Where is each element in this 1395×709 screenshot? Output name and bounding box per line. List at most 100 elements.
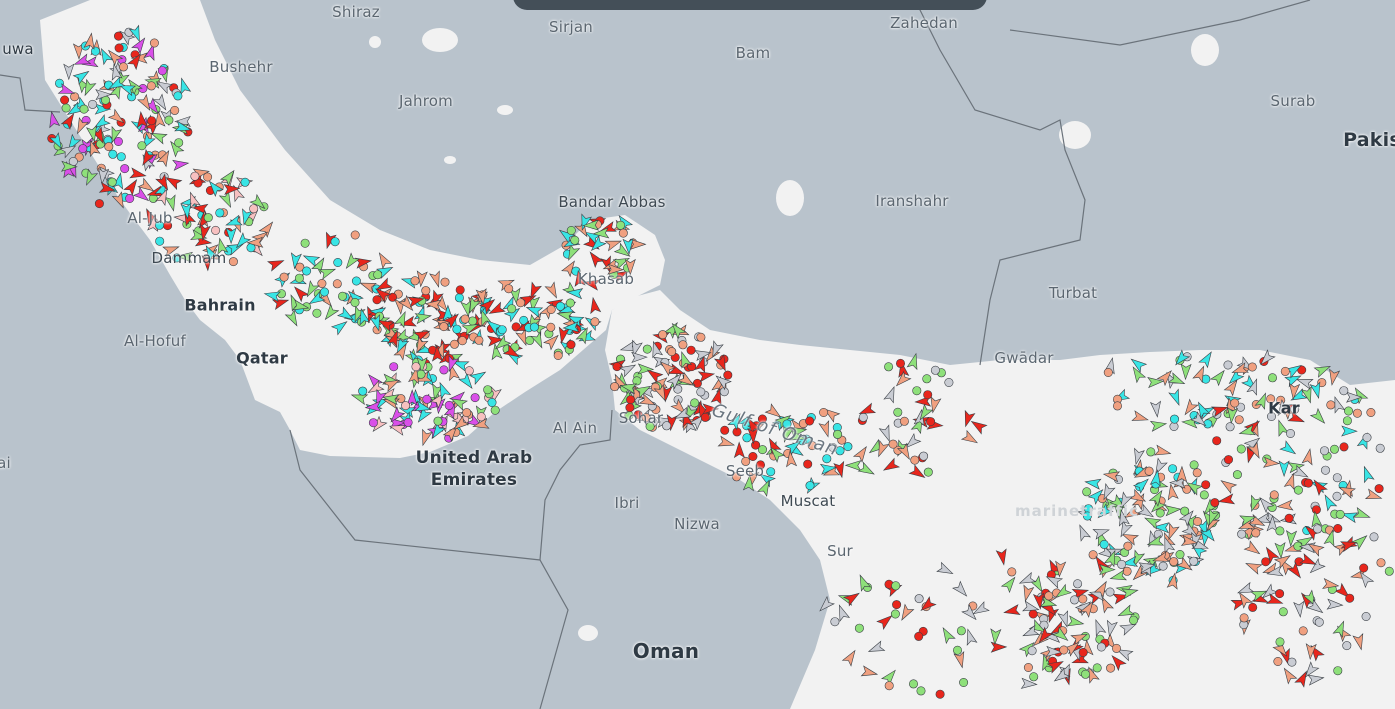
vessel-underway-marker[interactable] bbox=[833, 460, 847, 479]
vessel-anchored-marker[interactable] bbox=[1044, 591, 1054, 601]
vessel-anchored-marker[interactable] bbox=[170, 105, 180, 115]
vessel-anchored-marker[interactable] bbox=[1192, 468, 1202, 478]
vessel-anchored-marker[interactable] bbox=[1251, 528, 1261, 538]
vessel-underway-marker[interactable] bbox=[219, 168, 238, 187]
vessel-anchored-marker[interactable] bbox=[96, 139, 106, 149]
vessel-anchored-marker[interactable] bbox=[854, 623, 864, 633]
vessel-underway-marker[interactable] bbox=[1310, 477, 1328, 497]
vessel-anchored-marker[interactable] bbox=[174, 138, 184, 148]
vessel-anchored-marker[interactable] bbox=[1212, 436, 1222, 446]
vessel-anchored-marker[interactable] bbox=[137, 141, 147, 151]
vessel-anchored-marker[interactable] bbox=[1335, 509, 1345, 519]
vessel-anchored-marker[interactable] bbox=[1333, 666, 1343, 676]
vessel-anchored-marker[interactable] bbox=[107, 177, 117, 187]
map-canvas[interactable]: marinetraffic Shiraz Sirjan Zahedan uwa … bbox=[0, 0, 1395, 709]
vessel-anchored-marker[interactable] bbox=[401, 401, 411, 411]
vessel-anchored-marker[interactable] bbox=[457, 336, 467, 346]
vessel-anchored-marker[interactable] bbox=[332, 279, 342, 289]
vessel-anchored-marker[interactable] bbox=[1326, 400, 1336, 410]
vessel-anchored-marker[interactable] bbox=[610, 382, 620, 392]
vessel-anchored-marker[interactable] bbox=[1193, 516, 1203, 526]
vessel-underway-marker[interactable] bbox=[1000, 574, 1019, 594]
vessel-anchored-marker[interactable] bbox=[959, 677, 969, 687]
vessel-underway-marker[interactable] bbox=[1132, 476, 1152, 494]
vessel-underway-marker[interactable] bbox=[1149, 400, 1163, 418]
vessel-anchored-marker[interactable] bbox=[368, 418, 378, 428]
vessel-anchored-marker[interactable] bbox=[935, 689, 945, 699]
vessel-anchored-marker[interactable] bbox=[516, 298, 526, 308]
vessel-anchored-marker[interactable] bbox=[612, 362, 622, 372]
vessel-underway-marker[interactable] bbox=[1003, 604, 1021, 618]
vessel-anchored-marker[interactable] bbox=[116, 152, 126, 162]
vessel-anchored-marker[interactable] bbox=[908, 679, 918, 689]
vessel-anchored-marker[interactable] bbox=[1278, 607, 1288, 617]
vessel-underway-marker[interactable] bbox=[1091, 618, 1107, 637]
vessel-underway-marker[interactable] bbox=[697, 369, 716, 383]
vessel-anchored-marker[interactable] bbox=[926, 417, 936, 427]
vessel-anchored-marker[interactable] bbox=[570, 235, 580, 245]
vessel-anchored-marker[interactable] bbox=[149, 38, 159, 48]
vessel-anchored-marker[interactable] bbox=[1280, 366, 1290, 376]
vessel-anchored-marker[interactable] bbox=[1275, 526, 1285, 536]
vessel-underway-marker[interactable] bbox=[1236, 581, 1255, 598]
vessel-anchored-marker[interactable] bbox=[1028, 609, 1038, 619]
vessel-underway-marker[interactable] bbox=[1018, 571, 1037, 588]
vessel-anchored-marker[interactable] bbox=[147, 116, 157, 126]
vessel-anchored-marker[interactable] bbox=[507, 304, 517, 314]
vessel-anchored-marker[interactable] bbox=[1103, 367, 1113, 377]
vessel-anchored-marker[interactable] bbox=[1082, 487, 1092, 497]
vessel-anchored-marker[interactable] bbox=[1342, 416, 1352, 426]
vessel-anchored-marker[interactable] bbox=[830, 617, 840, 627]
vessel-underway-marker[interactable] bbox=[1278, 460, 1290, 478]
vessel-anchored-marker[interactable] bbox=[1158, 561, 1168, 571]
vessel-anchored-marker[interactable] bbox=[555, 301, 565, 311]
vessel-layer[interactable] bbox=[0, 0, 1395, 709]
vessel-underway-marker[interactable] bbox=[1131, 410, 1149, 425]
vessel-anchored-marker[interactable] bbox=[1269, 490, 1279, 500]
vessel-anchored-marker[interactable] bbox=[916, 686, 926, 696]
vessel-underway-marker[interactable] bbox=[586, 249, 605, 268]
vessel-anchored-marker[interactable] bbox=[1384, 566, 1394, 576]
vessel-anchored-marker[interactable] bbox=[1333, 523, 1343, 533]
vessel-anchored-marker[interactable] bbox=[566, 226, 576, 236]
vessel-underway-marker[interactable] bbox=[939, 625, 956, 645]
vessel-anchored-marker[interactable] bbox=[930, 365, 940, 375]
vessel-anchored-marker[interactable] bbox=[1168, 464, 1178, 474]
vessel-anchored-marker[interactable] bbox=[1237, 529, 1247, 539]
vessel-anchored-marker[interactable] bbox=[462, 408, 472, 418]
vessel-anchored-marker[interactable] bbox=[923, 390, 933, 400]
vessel-underway-marker[interactable] bbox=[1276, 499, 1294, 512]
vessel-anchored-marker[interactable] bbox=[1275, 637, 1285, 647]
vessel-underway-marker[interactable] bbox=[961, 409, 976, 428]
vessel-underway-marker[interactable] bbox=[857, 461, 876, 478]
vessel-anchored-marker[interactable] bbox=[546, 322, 556, 332]
vessel-underway-marker[interactable] bbox=[1301, 448, 1315, 466]
vessel-underway-marker[interactable] bbox=[588, 296, 602, 315]
vessel-anchored-marker[interactable] bbox=[483, 385, 493, 395]
vessel-anchored-marker[interactable] bbox=[468, 316, 478, 326]
vessel-anchored-marker[interactable] bbox=[1112, 643, 1122, 653]
vessel-anchored-marker[interactable] bbox=[470, 393, 480, 403]
vessel-anchored-marker[interactable] bbox=[1225, 422, 1235, 432]
vessel-underway-marker[interactable] bbox=[995, 548, 1008, 566]
vessel-underway-marker[interactable] bbox=[1310, 510, 1323, 528]
vessel-anchored-marker[interactable] bbox=[1088, 550, 1098, 560]
vessel-underway-marker[interactable] bbox=[1307, 673, 1325, 686]
vessel-anchored-marker[interactable] bbox=[742, 433, 752, 443]
vessel-anchored-marker[interactable] bbox=[766, 467, 776, 477]
vessel-anchored-marker[interactable] bbox=[1311, 505, 1321, 515]
vessel-anchored-marker[interactable] bbox=[372, 295, 382, 305]
vessel-anchored-marker[interactable] bbox=[403, 417, 413, 427]
vessel-underway-marker[interactable] bbox=[394, 297, 406, 315]
vessel-anchored-marker[interactable] bbox=[1268, 373, 1278, 383]
vessel-anchored-marker[interactable] bbox=[893, 407, 903, 417]
vessel-anchored-marker[interactable] bbox=[104, 142, 114, 152]
vessel-anchored-marker[interactable] bbox=[1369, 532, 1379, 542]
vessel-anchored-marker[interactable] bbox=[658, 330, 668, 340]
vessel-underway-marker[interactable] bbox=[1128, 355, 1148, 374]
vessel-anchored-marker[interactable] bbox=[723, 370, 733, 380]
vessel-anchored-marker[interactable] bbox=[317, 278, 327, 288]
vessel-anchored-marker[interactable] bbox=[279, 272, 289, 282]
vessel-anchored-marker[interactable] bbox=[805, 481, 815, 491]
vessel-anchored-marker[interactable] bbox=[1376, 558, 1386, 568]
